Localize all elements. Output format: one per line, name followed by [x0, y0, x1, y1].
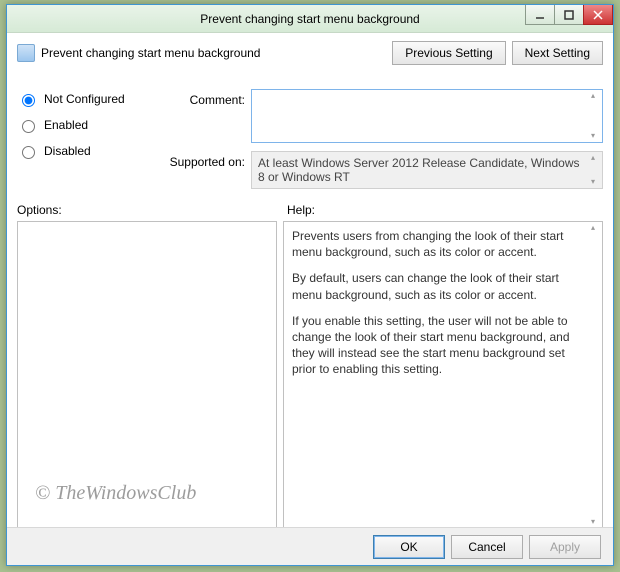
cancel-button[interactable]: Cancel — [451, 535, 523, 559]
options-pane — [17, 221, 277, 529]
config-row: Not Configured Enabled Disabled Comment: — [17, 89, 603, 189]
maximize-button[interactable] — [554, 5, 584, 25]
help-paragraph: By default, users can change the look of… — [292, 270, 584, 302]
radio-enabled-input[interactable] — [22, 120, 35, 133]
window-title: Prevent changing start menu background — [200, 12, 419, 26]
supported-on-value-box: At least Windows Server 2012 Release Can… — [251, 151, 603, 189]
content-area: Prevent changing start menu background P… — [7, 33, 613, 537]
radio-enabled-label: Enabled — [44, 118, 88, 132]
apply-button[interactable]: Apply — [529, 535, 601, 559]
previous-setting-button[interactable]: Previous Setting — [392, 41, 505, 65]
supported-on-value: At least Windows Server 2012 Release Can… — [258, 156, 580, 184]
supported-scrollbar[interactable]: ▴ ▾ — [586, 154, 600, 186]
scroll-down-icon: ▾ — [591, 518, 595, 526]
dialog-footer: OK Cancel Apply — [7, 527, 613, 565]
help-paragraph: If you enable this setting, the user wil… — [292, 313, 584, 378]
radio-disabled-label: Disabled — [44, 144, 91, 158]
options-label: Options: — [17, 203, 287, 217]
close-button[interactable] — [583, 5, 613, 25]
policy-icon — [17, 44, 35, 62]
scroll-up-icon: ▴ — [591, 92, 595, 100]
supported-on-label: Supported on: — [165, 151, 245, 169]
help-paragraph: Prevents users from changing the look of… — [292, 228, 584, 260]
minimize-button[interactable] — [525, 5, 555, 25]
window-controls — [526, 5, 613, 25]
policy-name: Prevent changing start menu background — [41, 46, 260, 60]
ok-button[interactable]: OK — [373, 535, 445, 559]
help-pane: Prevents users from changing the look of… — [283, 221, 603, 529]
scroll-down-icon: ▾ — [591, 132, 595, 140]
comment-input[interactable]: ▴ ▾ — [251, 89, 603, 143]
radio-disabled-input[interactable] — [22, 146, 35, 159]
radio-not-configured[interactable]: Not Configured — [17, 91, 147, 107]
state-radio-group: Not Configured Enabled Disabled — [17, 89, 147, 189]
comment-label: Comment: — [165, 89, 245, 107]
scroll-up-icon: ▴ — [591, 154, 595, 162]
titlebar: Prevent changing start menu background — [7, 5, 613, 33]
comment-scrollbar[interactable]: ▴ ▾ — [586, 92, 600, 140]
dialog-window: Prevent changing start menu background P… — [6, 4, 614, 566]
radio-not-configured-label: Not Configured — [44, 92, 125, 106]
help-scrollbar[interactable]: ▴ ▾ — [586, 224, 600, 526]
help-label: Help: — [287, 203, 315, 217]
radio-enabled[interactable]: Enabled — [17, 117, 147, 133]
radio-not-configured-input[interactable] — [22, 94, 35, 107]
scroll-up-icon: ▴ — [591, 224, 595, 232]
scroll-down-icon: ▾ — [591, 178, 595, 186]
next-setting-button[interactable]: Next Setting — [512, 41, 603, 65]
radio-disabled[interactable]: Disabled — [17, 143, 147, 159]
header-row: Prevent changing start menu background P… — [17, 41, 603, 65]
